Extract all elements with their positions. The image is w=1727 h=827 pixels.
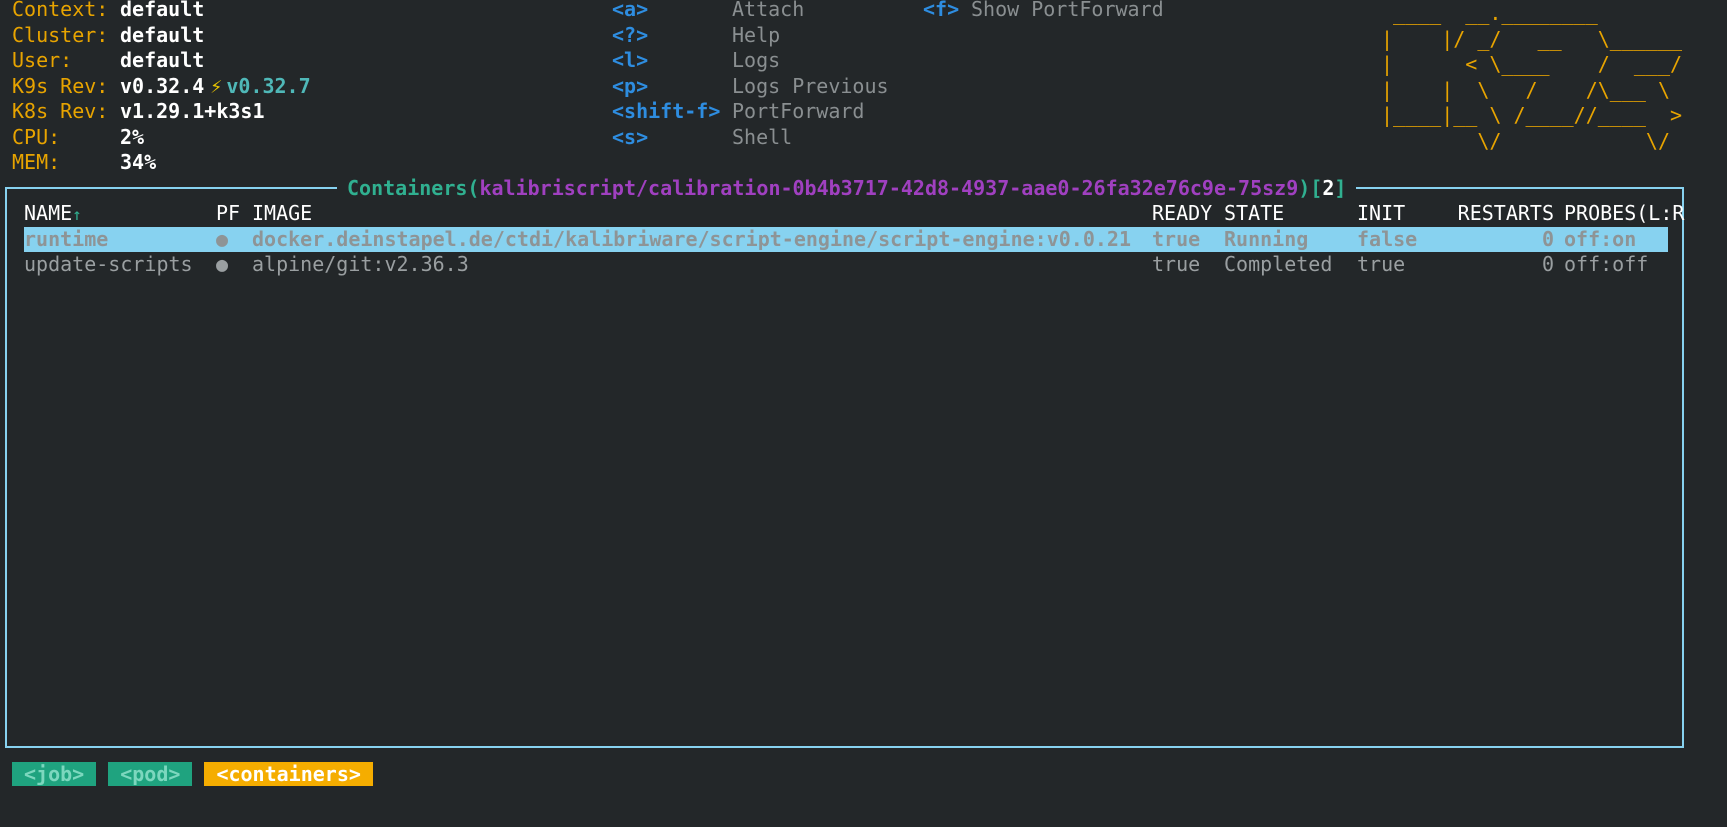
info-user: User: default — [12, 48, 205, 72]
info-cpu: CPU: 2% — [12, 124, 145, 149]
sort-ascending-icon: ↑ — [72, 205, 82, 224]
column-header-init[interactable]: INIT — [1357, 200, 1405, 226]
lightning-icon: ⚡ — [210, 73, 223, 98]
column-header-pf[interactable]: PF — [216, 200, 240, 226]
cell-init: false — [1357, 227, 1418, 251]
hotkey-menu: <a> Attach <?> Help <l> Logs <p> Logs Previo… — [612, 0, 889, 150]
column-header-probes[interactable]: PROBES(L:R — [1564, 200, 1684, 226]
column-header-state[interactable]: STATE — [1224, 200, 1284, 226]
column-header-image[interactable]: IMAGE — [252, 200, 312, 226]
cell-probes: off:off — [1564, 252, 1649, 276]
breadcrumb: <job> <pod> <containers> — [12, 762, 373, 786]
info-cluster: Cluster: default — [12, 22, 205, 47]
cell-restarts: 0 — [1541, 227, 1554, 251]
column-header-ready[interactable]: READY — [1152, 200, 1212, 226]
hotkey-attach[interactable]: <a> Attach — [612, 0, 889, 23]
hotkey-menu-secondary: <f> Show PortForward — [923, 0, 1164, 23]
cell-state: Completed — [1224, 252, 1333, 276]
cell-restarts: 0 — [1541, 252, 1554, 276]
hotkey-logs-previous[interactable]: <p> Logs Previous — [612, 74, 889, 100]
hotkey-logs[interactable]: <l> Logs — [612, 48, 889, 74]
update-version: v0.32.7 — [226, 73, 311, 98]
column-header-name[interactable]: NAME↑ — [24, 200, 82, 228]
cell-name: update-scripts — [24, 252, 193, 276]
table-row[interactable]: runtime ● docker.deinstapel.de/ctdi/kali… — [24, 227, 1668, 252]
k9s-logo: ____ __.________ | |/ _/ __ \______ | < … — [1381, 1, 1683, 153]
table-row[interactable]: update-scripts ● alpine/git:v2.36.3 true… — [24, 252, 1668, 277]
cell-state: Running — [1224, 227, 1309, 251]
cell-image: alpine/git:v2.36.3 — [252, 252, 469, 276]
table-header: NAME↑ PF IMAGE READY STATE INIT RESTARTS… — [24, 200, 1684, 228]
table-title-count: 2 — [1322, 176, 1335, 200]
breadcrumb-pod[interactable]: <pod> — [108, 762, 193, 786]
cluster-info: Context: default Cluster: default User: def… — [12, 0, 311, 176]
hotkey-help[interactable]: <?> Help — [612, 23, 889, 49]
cell-name: runtime — [24, 227, 109, 251]
cell-probes: off:on — [1564, 227, 1637, 251]
cell-image: docker.deinstapel.de/ctdi/kalibriware/sc… — [252, 227, 1131, 251]
cell-ready: true — [1152, 227, 1201, 251]
hotkey-show-portforward[interactable]: <f> Show PortForward — [923, 0, 1164, 23]
table-title-path: kalibriscript/calibration-0b4b3717-42d8-… — [479, 176, 1299, 200]
info-context: Context: default — [12, 0, 205, 21]
pf-indicator-icon: ● — [216, 227, 229, 251]
breadcrumb-containers[interactable]: <containers> — [204, 762, 373, 786]
hotkey-portforward[interactable]: <shift-f> PortForward — [612, 99, 889, 125]
column-header-restarts[interactable]: RESTARTS — [1424, 200, 1554, 226]
info-k8s-rev: K8s Rev: v1.29.1+k3s1 — [12, 99, 265, 123]
cell-init: true — [1357, 252, 1406, 276]
cell-ready: true — [1152, 252, 1201, 276]
breadcrumb-job[interactable]: <job> — [12, 762, 97, 786]
info-mem: MEM: 34% — [12, 150, 157, 174]
hotkey-shell[interactable]: <s> Shell — [612, 125, 889, 151]
pf-indicator-icon: ● — [216, 252, 229, 276]
table-title: Containers(kalibriscript/calibration-0b4… — [337, 176, 1357, 201]
info-k9s-rev: K9s Rev: v0.32.4 ⚡ v0.32.7 — [12, 73, 311, 98]
